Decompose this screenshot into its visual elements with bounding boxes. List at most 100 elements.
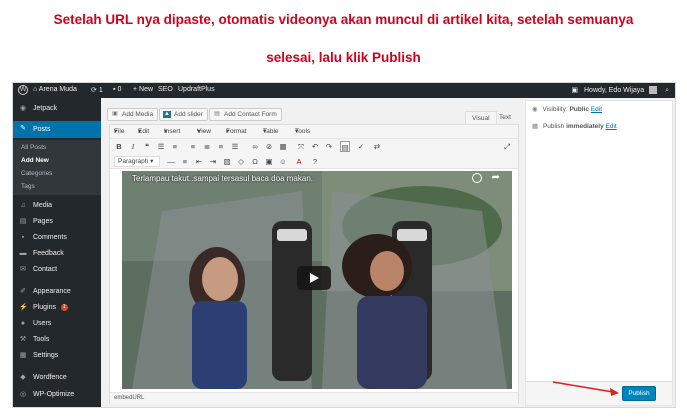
admin-sidebar: ◉ Jetpack ✎ Posts All Posts Add New Cate… — [13, 98, 101, 407]
emoticon-button[interactable]: ☺ — [278, 156, 288, 167]
eye-icon: ◉ — [532, 106, 538, 113]
publish-actions: Publish — [526, 381, 672, 405]
share-icon[interactable]: ➦ — [492, 172, 500, 183]
site-name-link[interactable]: ⌂ Arena Muda — [33, 86, 77, 93]
menu-edit[interactable]: Edit ▾ — [138, 125, 149, 139]
paste-text-button[interactable]: ▧ — [222, 156, 232, 167]
horizontal-line-button[interactable]: — — [166, 156, 176, 167]
format-select[interactable]: Paragraph ▾ — [114, 156, 160, 167]
plus-icon: + — [133, 86, 138, 93]
sidebar-item-settings[interactable]: ▦ Settings — [13, 349, 101, 363]
numbered-list-button[interactable]: ≡ — [170, 141, 180, 152]
unlink-button[interactable]: ⊘ — [264, 141, 274, 152]
main-content: ▣ Add Media ▲ Add slider ▤ Add Contact F… — [101, 98, 521, 407]
sidebar-item-wordfence[interactable]: ◆ Wordfence — [13, 371, 101, 385]
embedded-video[interactable]: Terlampau takut..sampai tersasul baca do… — [122, 171, 512, 389]
updraftplus-link[interactable]: UpdraftPlus — [178, 86, 215, 93]
sidebar-item-wp-optimize[interactable]: ◎ WP-Optimize — [13, 388, 101, 402]
blockquote-button[interactable]: ❝ — [142, 141, 152, 152]
menu-insert[interactable]: Insert ▾ — [164, 125, 180, 139]
sidebar-item-comments[interactable]: ▪ Comments — [13, 231, 101, 245]
post-editor: File ▾ Edit ▾ Insert ▾ View ▾ Format ▾ T… — [109, 124, 519, 404]
search-icon[interactable]: ⌕ — [665, 87, 669, 95]
font-color-button[interactable]: A — [294, 156, 304, 167]
distraction-free-icon[interactable]: ⤢ — [502, 141, 512, 152]
submenu-categories[interactable]: Categories — [13, 167, 101, 180]
admin-bar: W ⌂ Arena Muda ⟳ 1 ▪ 0 + New SEO Updraft… — [13, 83, 675, 98]
insert-link-button[interactable]: ∞ — [250, 141, 260, 152]
help-icon[interactable]: ? — [310, 156, 320, 167]
indent-button[interactable]: ⇥ — [208, 156, 218, 167]
publish-box: ◉ Visibility: Public Edit ▦ Publish imme… — [525, 100, 673, 406]
avatar — [649, 86, 658, 95]
refresh-icon: ⟳ — [91, 87, 97, 94]
sidebar-item-users[interactable]: ● Users — [13, 317, 101, 331]
pin-icon: ✎ — [20, 125, 26, 132]
outdent-button[interactable]: ⇤ — [194, 156, 204, 167]
menu-file[interactable]: File ▾ — [114, 125, 124, 139]
tab-visual[interactable]: Visual — [465, 111, 497, 124]
add-contact-form-button[interactable]: ▤ Add Contact Form — [209, 108, 282, 121]
add-slider-button[interactable]: ▲ Add slider — [159, 108, 208, 121]
sidebar-item-tools[interactable]: ⚒ Tools — [13, 333, 101, 347]
toolbar-row-1: B I ❝ ☰ ≡ ≡ ≣ ≡ ☰ ∞ ⊘ ▦ ⤧ ↶ ↷ ▤ ✓ ⇄ ⤢ — [110, 139, 518, 154]
align-center-button[interactable]: ≣ — [202, 141, 212, 152]
bullet-list-button[interactable]: ☰ — [156, 141, 166, 152]
undo-button[interactable]: ↶ — [310, 141, 320, 152]
anchor-button[interactable]: ▣ — [264, 156, 274, 167]
sidebar-item-media[interactable]: ♫ Media — [13, 199, 101, 213]
home-icon: ⌂ — [33, 86, 38, 93]
fullscreen-button[interactable]: ⤧ — [296, 141, 306, 152]
seo-link[interactable]: SEO — [158, 86, 173, 93]
schedule-edit-link[interactable]: Edit — [606, 123, 617, 130]
new-content-link[interactable]: + New — [133, 86, 153, 93]
more-button[interactable]: ⇄ — [372, 141, 382, 152]
embed-url-label: embedURL — [110, 392, 518, 404]
comments-link[interactable]: ▪ 0 — [113, 86, 121, 93]
sidebar-item-contact[interactable]: ✉ Contact — [13, 263, 101, 277]
plug-icon: ⚡ — [19, 304, 28, 311]
add-media-button[interactable]: ▣ Add Media — [107, 108, 159, 121]
special-char-button[interactable]: Ω — [250, 156, 260, 167]
menu-table[interactable]: Table ▾ — [263, 125, 279, 139]
text-color-button[interactable]: ≡ — [180, 156, 190, 167]
tab-text[interactable]: Text — [493, 111, 517, 124]
publish-button[interactable]: Publish — [622, 386, 656, 401]
account-menu[interactable]: ▣ Howdy, Edo Wijaya ⌕ — [571, 86, 669, 95]
screenshot-frame: W ⌂ Arena Muda ⟳ 1 ▪ 0 + New SEO Updraft… — [12, 82, 676, 408]
sidebar-item-appearance[interactable]: ✐ Appearance — [13, 285, 101, 299]
sidebar-item-feedback[interactable]: ▬ Feedback — [13, 247, 101, 261]
menu-format[interactable]: Format ▾ — [226, 125, 247, 139]
align-left-button[interactable]: ≡ — [188, 141, 198, 152]
italic-button[interactable]: I — [128, 141, 138, 152]
spellcheck-button[interactable]: ✓ — [356, 141, 366, 152]
wordpress-logo-icon[interactable]: W — [18, 85, 28, 95]
redo-button[interactable]: ↷ — [324, 141, 334, 152]
sidebar-item-posts[interactable]: ✎ Posts — [13, 121, 101, 138]
sidebar-item-pages[interactable]: ▤ Pages — [13, 215, 101, 229]
submenu-tags[interactable]: Tags — [13, 180, 101, 195]
visibility-edit-link[interactable]: Edit — [591, 106, 602, 113]
feedback-icon: ▬ — [19, 250, 27, 257]
submenu-add-new[interactable]: Add New — [13, 154, 101, 167]
bold-button[interactable]: B — [114, 141, 124, 152]
caption-line-1: Setelah URL nya dipaste, otomatis videon… — [53, 12, 634, 27]
sidebar-item-plugins[interactable]: ⚡ Plugins 1 — [13, 301, 101, 315]
media-icon: ▣ — [112, 111, 118, 117]
menu-tools[interactable]: Tools ▾ — [295, 125, 310, 139]
align-justify-button[interactable]: ☰ — [230, 141, 240, 152]
align-right-button[interactable]: ≡ — [216, 141, 226, 152]
play-button[interactable] — [297, 266, 331, 290]
updates-link[interactable]: ⟳ 1 — [91, 86, 103, 94]
watch-later-icon[interactable] — [472, 173, 482, 183]
sidebar-item-jetpack[interactable]: ◉ Jetpack — [13, 102, 101, 116]
toolbar-toggle-button[interactable]: ▤ — [340, 141, 350, 152]
screen-icon: ▣ — [571, 87, 579, 94]
brush-icon: ✐ — [20, 288, 26, 295]
clear-format-button[interactable]: ◇ — [236, 156, 246, 167]
submenu-all-posts[interactable]: All Posts — [13, 140, 101, 154]
media-icon: ♫ — [20, 202, 26, 209]
menu-view[interactable]: View ▾ — [197, 125, 211, 139]
table-button[interactable]: ▦ — [278, 141, 288, 152]
optimize-icon: ◎ — [19, 391, 27, 398]
